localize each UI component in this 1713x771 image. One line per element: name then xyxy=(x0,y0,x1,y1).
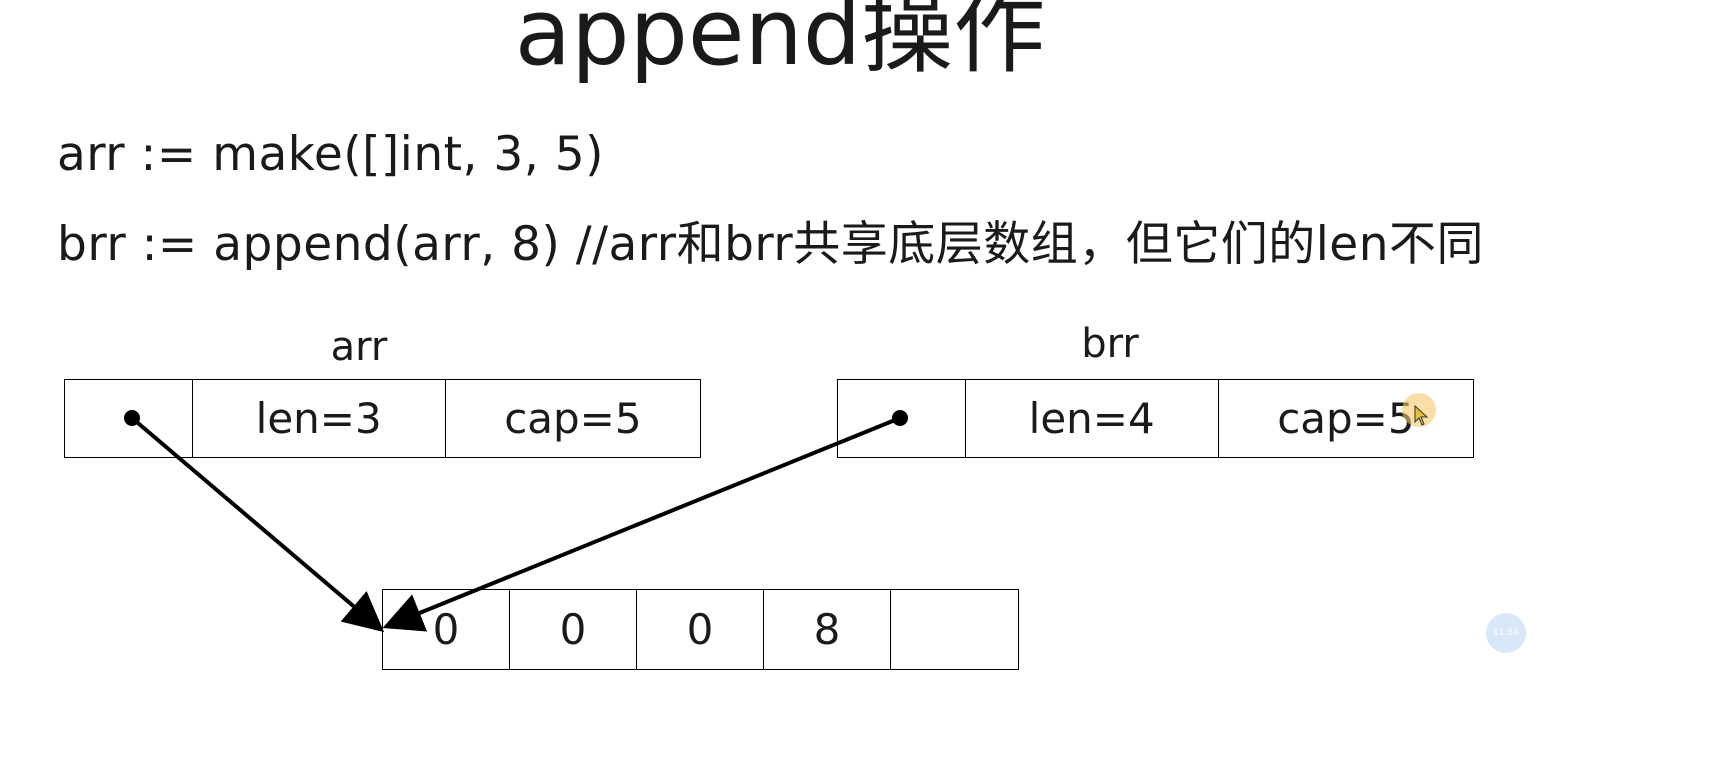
arr-label: arr xyxy=(330,324,388,370)
mouse-cursor-icon xyxy=(1414,405,1429,426)
code-line-make: arr := make([]int, 3, 5) xyxy=(57,127,604,182)
brr-label: brr xyxy=(1081,321,1139,367)
arr-cap-cell: cap=5 xyxy=(504,394,642,443)
brr-slice-header: len=4 cap=5 xyxy=(837,379,1474,458)
underlying-array: 0 0 0 8 xyxy=(382,589,1019,670)
brr-pointer-cell xyxy=(838,380,966,457)
timer-badge: 11:54 xyxy=(1486,613,1526,653)
arr-len-cell: len=3 xyxy=(193,380,446,457)
array-cell xyxy=(891,590,1018,669)
slide-title: append操作 xyxy=(514,0,1046,86)
arr-pointer-cell xyxy=(65,380,193,457)
arr-slice-header: len=3 cap=5 xyxy=(64,379,701,458)
array-cell: 0 xyxy=(637,590,764,669)
brr-cap-cell: cap=5 xyxy=(1277,394,1415,443)
array-cell: 0 xyxy=(383,590,510,669)
array-cell: 8 xyxy=(764,590,891,669)
brr-len-cell: len=4 xyxy=(966,380,1219,457)
code-line-append: brr := append(arr, 8) //arr和brr共享底层数组，但它… xyxy=(57,217,1484,272)
array-cell: 0 xyxy=(510,590,637,669)
